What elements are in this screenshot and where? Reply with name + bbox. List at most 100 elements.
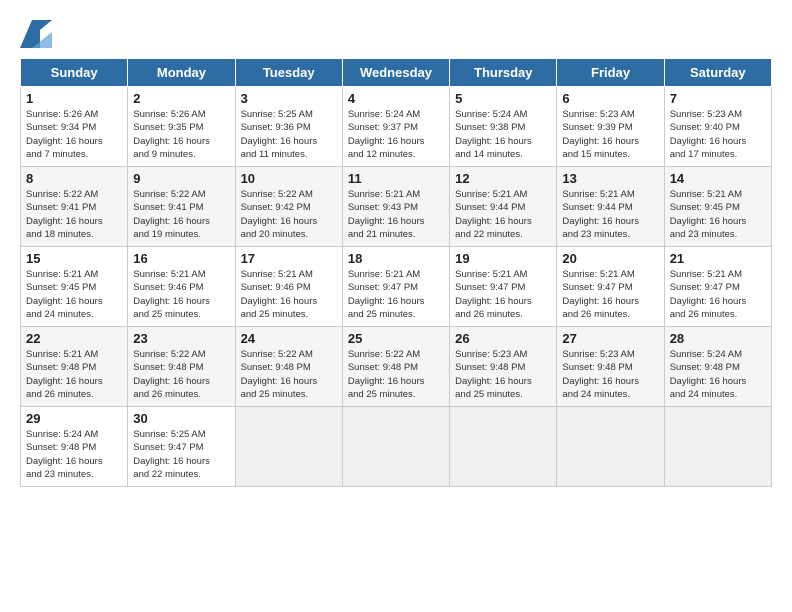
calendar-cell: 30 Sunrise: 5:25 AM Sunset: 9:47 PM Dayli… <box>128 407 235 487</box>
day-info: Sunrise: 5:21 AM Sunset: 9:47 PM Dayligh… <box>348 268 444 321</box>
day-info: Sunrise: 5:21 AM Sunset: 9:46 PM Dayligh… <box>133 268 229 321</box>
day-info: Sunrise: 5:21 AM Sunset: 9:45 PM Dayligh… <box>26 268 122 321</box>
calendar-cell: 11 Sunrise: 5:21 AM Sunset: 9:43 PM Dayli… <box>342 167 449 247</box>
day-number: 18 <box>348 251 444 266</box>
calendar-cell: 17Sunrise: 5:21 AM Sunset: 9:46 PM Dayli… <box>235 247 342 327</box>
day-info: Sunrise: 5:21 AM Sunset: 9:44 PM Dayligh… <box>455 188 551 241</box>
day-number: 2 <box>133 91 229 106</box>
calendar-cell: 12Sunrise: 5:21 AM Sunset: 9:44 PM Dayli… <box>450 167 557 247</box>
day-number: 7 <box>670 91 766 106</box>
calendar-cell: 24 Sunrise: 5:22 AM Sunset: 9:48 PM Dayli… <box>235 327 342 407</box>
calendar-cell <box>450 407 557 487</box>
day-info: Sunrise: 5:24 AM Sunset: 9:38 PM Dayligh… <box>455 108 551 161</box>
calendar-cell: 14Sunrise: 5:21 AM Sunset: 9:45 PM Dayli… <box>664 167 771 247</box>
day-info: Sunrise: 5:24 AM Sunset: 9:48 PM Dayligh… <box>26 428 122 481</box>
calendar-week-row: 22 Sunrise: 5:21 AM Sunset: 9:48 PM Dayli… <box>21 327 772 407</box>
calendar-cell: 22 Sunrise: 5:21 AM Sunset: 9:48 PM Dayli… <box>21 327 128 407</box>
calendar-week-row: 1 Sunrise: 5:26 AM Sunset: 9:34 PM Daylig… <box>21 87 772 167</box>
day-number: 6 <box>562 91 658 106</box>
calendar-cell: 18 Sunrise: 5:21 AM Sunset: 9:47 PM Dayli… <box>342 247 449 327</box>
calendar-cell <box>557 407 664 487</box>
calendar-cell: 9 Sunrise: 5:22 AM Sunset: 9:41 PM Daylig… <box>128 167 235 247</box>
day-number: 30 <box>133 411 229 426</box>
day-info: Sunrise: 5:23 AM Sunset: 9:48 PM Dayligh… <box>562 348 658 401</box>
day-number: 3 <box>241 91 337 106</box>
calendar-cell: 8Sunrise: 5:22 AM Sunset: 9:41 PM Daylig… <box>21 167 128 247</box>
day-number: 5 <box>455 91 551 106</box>
day-number: 24 <box>241 331 337 346</box>
day-number: 11 <box>348 171 444 186</box>
calendar-cell <box>342 407 449 487</box>
day-info: Sunrise: 5:24 AM Sunset: 9:48 PM Dayligh… <box>670 348 766 401</box>
day-info: Sunrise: 5:21 AM Sunset: 9:47 PM Dayligh… <box>455 268 551 321</box>
calendar-cell: 21 Sunrise: 5:21 AM Sunset: 9:47 PM Dayli… <box>664 247 771 327</box>
day-number: 4 <box>348 91 444 106</box>
header <box>20 20 772 48</box>
day-number: 1 <box>26 91 122 106</box>
day-info: Sunrise: 5:21 AM Sunset: 9:47 PM Dayligh… <box>562 268 658 321</box>
calendar-cell <box>235 407 342 487</box>
day-info: Sunrise: 5:21 AM Sunset: 9:44 PM Dayligh… <box>562 188 658 241</box>
calendar-cell: 27 Sunrise: 5:23 AM Sunset: 9:48 PM Dayli… <box>557 327 664 407</box>
calendar-cell: 20 Sunrise: 5:21 AM Sunset: 9:47 PM Dayli… <box>557 247 664 327</box>
day-info: Sunrise: 5:21 AM Sunset: 9:43 PM Dayligh… <box>348 188 444 241</box>
day-info: Sunrise: 5:22 AM Sunset: 9:48 PM Dayligh… <box>241 348 337 401</box>
day-info: Sunrise: 5:22 AM Sunset: 9:41 PM Dayligh… <box>133 188 229 241</box>
calendar-cell: 25 Sunrise: 5:22 AM Sunset: 9:48 PM Dayli… <box>342 327 449 407</box>
day-number: 29 <box>26 411 122 426</box>
day-info: Sunrise: 5:25 AM Sunset: 9:47 PM Dayligh… <box>133 428 229 481</box>
day-info: Sunrise: 5:22 AM Sunset: 9:41 PM Dayligh… <box>26 188 122 241</box>
day-number: 27 <box>562 331 658 346</box>
day-number: 19 <box>455 251 551 266</box>
calendar-header: SundayMondayTuesdayWednesdayThursdayFrid… <box>21 59 772 87</box>
day-info: Sunrise: 5:26 AM Sunset: 9:35 PM Dayligh… <box>133 108 229 161</box>
day-info: Sunrise: 5:25 AM Sunset: 9:36 PM Dayligh… <box>241 108 337 161</box>
day-number: 25 <box>348 331 444 346</box>
calendar-cell: 16 Sunrise: 5:21 AM Sunset: 9:46 PM Dayli… <box>128 247 235 327</box>
header-day-monday: Monday <box>128 59 235 87</box>
day-number: 26 <box>455 331 551 346</box>
day-info: Sunrise: 5:21 AM Sunset: 9:47 PM Dayligh… <box>670 268 766 321</box>
calendar-cell: 23Sunrise: 5:22 AM Sunset: 9:48 PM Dayli… <box>128 327 235 407</box>
day-number: 15 <box>26 251 122 266</box>
logo <box>20 20 56 48</box>
header-day-friday: Friday <box>557 59 664 87</box>
logo-icon <box>20 20 52 48</box>
day-number: 9 <box>133 171 229 186</box>
calendar-cell: 6Sunrise: 5:23 AM Sunset: 9:39 PM Daylig… <box>557 87 664 167</box>
calendar-cell: 26 Sunrise: 5:23 AM Sunset: 9:48 PM Dayli… <box>450 327 557 407</box>
day-number: 13 <box>562 171 658 186</box>
day-number: 21 <box>670 251 766 266</box>
header-day-sunday: Sunday <box>21 59 128 87</box>
calendar-cell <box>664 407 771 487</box>
day-info: Sunrise: 5:24 AM Sunset: 9:37 PM Dayligh… <box>348 108 444 161</box>
day-number: 22 <box>26 331 122 346</box>
calendar-cell: 2 Sunrise: 5:26 AM Sunset: 9:35 PM Daylig… <box>128 87 235 167</box>
calendar-cell: 13 Sunrise: 5:21 AM Sunset: 9:44 PM Dayli… <box>557 167 664 247</box>
day-number: 20 <box>562 251 658 266</box>
day-number: 28 <box>670 331 766 346</box>
day-number: 17 <box>241 251 337 266</box>
calendar-cell: 3 Sunrise: 5:25 AM Sunset: 9:36 PM Daylig… <box>235 87 342 167</box>
day-number: 23 <box>133 331 229 346</box>
calendar-cell: 28 Sunrise: 5:24 AM Sunset: 9:48 PM Dayli… <box>664 327 771 407</box>
header-day-tuesday: Tuesday <box>235 59 342 87</box>
header-day-wednesday: Wednesday <box>342 59 449 87</box>
calendar-cell: 5 Sunrise: 5:24 AM Sunset: 9:38 PM Daylig… <box>450 87 557 167</box>
day-info: Sunrise: 5:22 AM Sunset: 9:42 PM Dayligh… <box>241 188 337 241</box>
day-number: 16 <box>133 251 229 266</box>
day-info: Sunrise: 5:26 AM Sunset: 9:34 PM Dayligh… <box>26 108 122 161</box>
calendar-table: SundayMondayTuesdayWednesdayThursdayFrid… <box>20 58 772 487</box>
calendar-cell: 7Sunrise: 5:23 AM Sunset: 9:40 PM Daylig… <box>664 87 771 167</box>
calendar-cell: 1 Sunrise: 5:26 AM Sunset: 9:34 PM Daylig… <box>21 87 128 167</box>
calendar-week-row: 15 Sunrise: 5:21 AM Sunset: 9:45 PM Dayli… <box>21 247 772 327</box>
calendar-cell: 15 Sunrise: 5:21 AM Sunset: 9:45 PM Dayli… <box>21 247 128 327</box>
calendar-cell: 29 Sunrise: 5:24 AM Sunset: 9:48 PM Dayli… <box>21 407 128 487</box>
day-info: Sunrise: 5:21 AM Sunset: 9:45 PM Dayligh… <box>670 188 766 241</box>
header-day-thursday: Thursday <box>450 59 557 87</box>
day-info: Sunrise: 5:21 AM Sunset: 9:48 PM Dayligh… <box>26 348 122 401</box>
calendar-cell: 4 Sunrise: 5:24 AM Sunset: 9:37 PM Daylig… <box>342 87 449 167</box>
day-info: Sunrise: 5:23 AM Sunset: 9:48 PM Dayligh… <box>455 348 551 401</box>
header-day-saturday: Saturday <box>664 59 771 87</box>
day-info: Sunrise: 5:22 AM Sunset: 9:48 PM Dayligh… <box>348 348 444 401</box>
